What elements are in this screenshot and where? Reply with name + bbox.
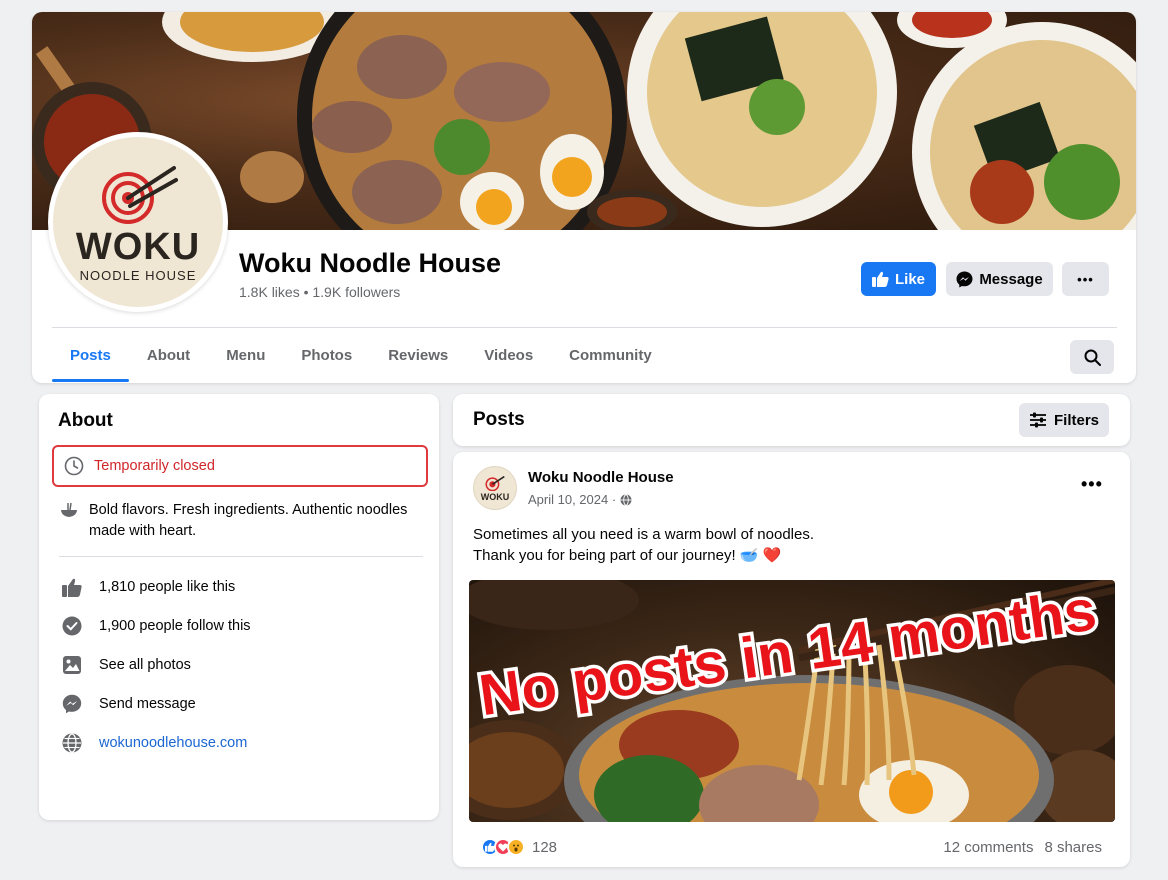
check-circle-icon	[62, 616, 82, 636]
search-icon	[1084, 349, 1101, 366]
messenger-icon	[956, 271, 973, 287]
photos-row[interactable]: See all photos	[61, 654, 191, 676]
likes-row: 1,810 people like this	[61, 576, 235, 598]
tab-posts[interactable]: Posts	[52, 334, 129, 382]
description-text: Bold flavors. Fresh ingredients. Authent…	[89, 502, 408, 539]
posts-header: Posts Filters	[453, 394, 1130, 446]
post-meta: April 10, 2024 ·	[528, 492, 632, 507]
noodle-bowl-logo-icon	[102, 165, 178, 224]
post-card: WOKU Woku Noodle House April 10, 2024 · …	[453, 452, 1130, 867]
page-avatar[interactable]: WOKU NOODLE HOUSE	[48, 132, 228, 312]
info-bowl-icon	[61, 502, 77, 517]
post-text-line-1: Sometimes all you need is a warm bowl of…	[473, 526, 815, 543]
about-title: About	[58, 410, 113, 431]
more-dots-icon: •••	[1077, 271, 1094, 287]
followers-row: 1,900 people follow this	[61, 615, 251, 637]
sliders-icon	[1029, 412, 1046, 428]
about-card: About Temporarily closed Bold flavors. F…	[39, 394, 439, 820]
globe-icon	[620, 493, 632, 506]
globe-icon	[62, 733, 82, 753]
page-title: Woku Noodle House	[239, 248, 502, 278]
clock-icon	[64, 456, 84, 476]
about-description: Bold flavors. Fresh ingredients. Authent…	[59, 500, 419, 542]
tab-community[interactable]: Community	[551, 334, 670, 382]
followers-text: 1,900 people follow this	[99, 618, 251, 634]
messenger-icon	[62, 694, 82, 714]
reaction-count[interactable]: 128	[532, 839, 557, 856]
thumbs-up-icon	[62, 578, 82, 597]
tab-photos[interactable]: Photos	[283, 334, 370, 382]
likes-text: 1,810 people like this	[99, 579, 236, 595]
header-divider	[52, 327, 1117, 328]
posts-title: Posts	[473, 409, 525, 430]
tab-reviews[interactable]: Reviews	[370, 334, 466, 382]
post-engagement-stats: 12 comments 8 shares	[943, 839, 1102, 856]
message-button[interactable]: Message	[946, 262, 1053, 296]
post-text-line-2: Thank you for being part of our journey!…	[473, 547, 782, 564]
search-button[interactable]	[1070, 340, 1114, 374]
post-author-name[interactable]: Woku Noodle House	[528, 469, 674, 486]
tab-menu[interactable]: Menu	[208, 334, 283, 382]
page-header: WOKU NOODLE HOUSE Woku Noodle House 1.8K…	[32, 12, 1136, 383]
overlay-caption: No posts in 14 months	[472, 580, 1104, 732]
wow-reaction-icon	[507, 838, 525, 856]
filters-button[interactable]: Filters	[1019, 403, 1109, 437]
comments-count[interactable]: 12 comments	[943, 839, 1033, 856]
shares-count[interactable]: 8 shares	[1044, 839, 1102, 856]
post-body: Sometimes all you need is a warm bowl of…	[473, 524, 814, 566]
page-stats[interactable]: 1.8K likes • 1.9K followers	[239, 284, 400, 300]
avatar-logo-subtitle: NOODLE HOUSE	[79, 267, 197, 283]
temporarily-closed-notice: Temporarily closed	[52, 445, 428, 487]
see-all-photos-link[interactable]: See all photos	[99, 657, 191, 673]
noodle-bowl-logo-icon	[485, 475, 505, 491]
no-posts-overlay-text: No posts in 14 months	[475, 580, 1100, 728]
about-divider	[59, 556, 423, 557]
post-date[interactable]: April 10, 2024 ·	[528, 492, 616, 507]
avatar-logo-word: WOKU	[75, 225, 201, 268]
message-button-label: Message	[979, 270, 1043, 288]
status-text: Temporarily closed	[94, 458, 215, 474]
page-tabs: Posts About Menu Photos Reviews Videos C…	[52, 334, 670, 382]
post-author-avatar[interactable]: WOKU	[473, 466, 517, 510]
send-message-link[interactable]: Send message	[99, 696, 196, 712]
post-avatar-word: WOKU	[480, 491, 510, 502]
post-photo[interactable]: No posts in 14 months	[469, 580, 1115, 822]
post-more-options[interactable]: •••	[1081, 474, 1103, 495]
photo-icon	[63, 656, 81, 674]
post-footer: 128 12 comments 8 shares	[481, 836, 1102, 858]
send-message-row[interactable]: Send message	[61, 693, 196, 715]
like-button-label: Like	[894, 270, 925, 288]
tab-about[interactable]: About	[129, 334, 208, 382]
more-options-button[interactable]: •••	[1062, 262, 1109, 296]
like-button[interactable]: Like	[861, 262, 936, 296]
website-link[interactable]: wokunoodlehouse.com	[99, 735, 247, 751]
thumbs-up-icon	[871, 271, 889, 287]
website-row[interactable]: wokunoodlehouse.com	[61, 732, 247, 754]
tab-videos[interactable]: Videos	[466, 334, 551, 382]
filters-label: Filters	[1053, 411, 1099, 429]
